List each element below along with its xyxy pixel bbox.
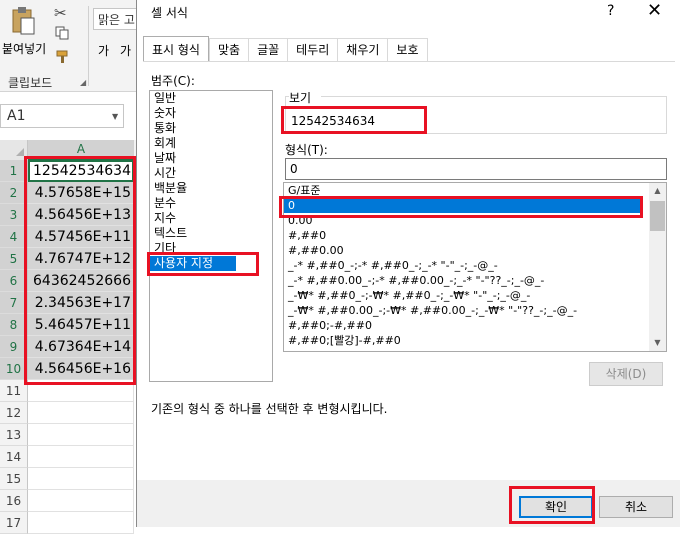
category-item[interactable]: 백분율 xyxy=(150,181,272,196)
delete-button[interactable]: 삭제(D) xyxy=(589,362,663,386)
paste-icon[interactable] xyxy=(10,6,36,36)
category-item[interactable]: 통화 xyxy=(150,121,272,136)
sample-label: 보기 xyxy=(289,91,312,105)
sheet-row: 15 xyxy=(0,468,140,490)
category-highlight-box xyxy=(147,252,259,276)
category-item[interactable]: 회계 xyxy=(150,136,272,151)
cancel-button[interactable]: 취소 xyxy=(599,496,673,518)
cell-a14[interactable] xyxy=(28,446,134,468)
category-item[interactable]: 지수 xyxy=(150,211,272,226)
row-header[interactable]: 14 xyxy=(0,446,28,468)
cut-icon[interactable]: ✂ xyxy=(54,4,67,22)
row-header[interactable]: 17 xyxy=(0,512,28,534)
format-item[interactable]: _-* #,##0_-;-* #,##0_-;_-* "-"_-;_-@_- xyxy=(284,258,646,273)
chevron-down-icon[interactable]: ▼ xyxy=(112,112,118,121)
format-item[interactable]: _-₩* #,##0_-;-₩* #,##0_-;_-₩* "-"_-;_-@_… xyxy=(284,288,646,303)
category-label: 범주(C): xyxy=(151,74,195,88)
tab-fill[interactable]: 채우기 xyxy=(337,38,388,62)
scroll-thumb[interactable] xyxy=(650,201,665,231)
tab-font[interactable]: 글꼴 xyxy=(248,38,288,62)
ribbon-divider xyxy=(88,6,89,86)
category-list[interactable]: 일반 숫자 통화 회계 날짜 시간 백분율 분수 지수 텍스트 기타 사용자 지… xyxy=(149,90,273,382)
row-header[interactable]: 15 xyxy=(0,468,28,490)
name-box[interactable]: A1 xyxy=(0,104,124,128)
row-header[interactable]: 13 xyxy=(0,424,28,446)
format-highlight-box xyxy=(279,196,643,218)
category-item[interactable]: 시간 xyxy=(150,166,272,181)
sheet-row: 17 xyxy=(0,512,140,534)
close-button[interactable]: ✕ xyxy=(647,0,662,21)
row-header[interactable]: 12 xyxy=(0,402,28,424)
cell-a13[interactable] xyxy=(28,424,134,446)
font-name-box[interactable]: 맑은 고 xyxy=(93,8,137,30)
format-item[interactable]: _-₩* #,##0.00_-;-₩* #,##0.00_-;_-₩* "-"?… xyxy=(284,303,646,318)
increase-font-button[interactable]: 가 xyxy=(98,42,109,59)
description-text: 기존의 형식 중 하나를 선택한 후 변형시킵니다. xyxy=(151,402,388,416)
category-item[interactable]: 일반 xyxy=(150,91,272,106)
type-label: 형식(T): xyxy=(285,143,328,157)
row-header[interactable]: 16 xyxy=(0,490,28,512)
category-item[interactable]: 텍스트 xyxy=(150,226,272,241)
clipboard-group-label: 클립보드 xyxy=(8,76,53,90)
sample-highlight-box xyxy=(281,106,427,134)
tab-alignment[interactable]: 맞춤 xyxy=(208,38,249,62)
cell-a17[interactable] xyxy=(28,512,134,534)
sheet-row: 16 xyxy=(0,490,140,512)
sheet-row: 12 xyxy=(0,402,140,424)
format-item[interactable]: #,##0;[빨강]-#,##0 xyxy=(284,333,646,348)
cell-a15[interactable] xyxy=(28,468,134,490)
column-highlight-box xyxy=(24,156,136,385)
scroll-up-icon[interactable]: ▲ xyxy=(649,184,666,198)
category-item[interactable]: 분수 xyxy=(150,196,272,211)
sheet-row: 13 xyxy=(0,424,140,446)
dialog-launcher-icon[interactable]: ◢ xyxy=(80,78,86,87)
tab-number[interactable]: 표시 형식 xyxy=(143,36,209,62)
tab-protection[interactable]: 보호 xyxy=(387,38,428,62)
ok-highlight-box xyxy=(509,486,595,524)
cell-a16[interactable] xyxy=(28,490,134,512)
format-painter-icon[interactable] xyxy=(56,50,70,64)
dialog-title: 셀 서식 xyxy=(151,6,188,20)
select-all-triangle-icon xyxy=(16,148,24,156)
help-button[interactable]: ? xyxy=(607,3,614,19)
category-item[interactable]: 날짜 xyxy=(150,151,272,166)
paste-button-label[interactable]: 붙여넣기 xyxy=(2,40,46,57)
tab-border[interactable]: 테두리 xyxy=(287,38,338,62)
format-cells-dialog: 셀 서식 ? ✕ 표시 형식 맞춤 글꼴 테두리 채우기 보호 범주(C): 일… xyxy=(136,0,680,527)
tab-panel-divider xyxy=(143,61,675,62)
sheet-row: 14 xyxy=(0,446,140,468)
decrease-font-button[interactable]: 가 xyxy=(120,42,131,59)
format-item[interactable]: #,##0;-#,##0 xyxy=(284,318,646,333)
category-item[interactable]: 숫자 xyxy=(150,106,272,121)
dialog-tabs: 표시 형식 맞춤 글꼴 테두리 채우기 보호 xyxy=(143,36,428,62)
format-item[interactable]: #,##0.00 xyxy=(284,243,646,258)
sample-group-border xyxy=(321,96,667,97)
format-item[interactable]: #,##0 xyxy=(284,228,646,243)
scroll-down-icon[interactable]: ▼ xyxy=(649,336,666,350)
copy-icon[interactable] xyxy=(55,26,69,40)
cell-a12[interactable] xyxy=(28,402,134,424)
format-item[interactable]: _-* #,##0.00_-;-* #,##0.00_-;_-* "-"??_-… xyxy=(284,273,646,288)
type-input[interactable]: 0 xyxy=(285,158,667,180)
